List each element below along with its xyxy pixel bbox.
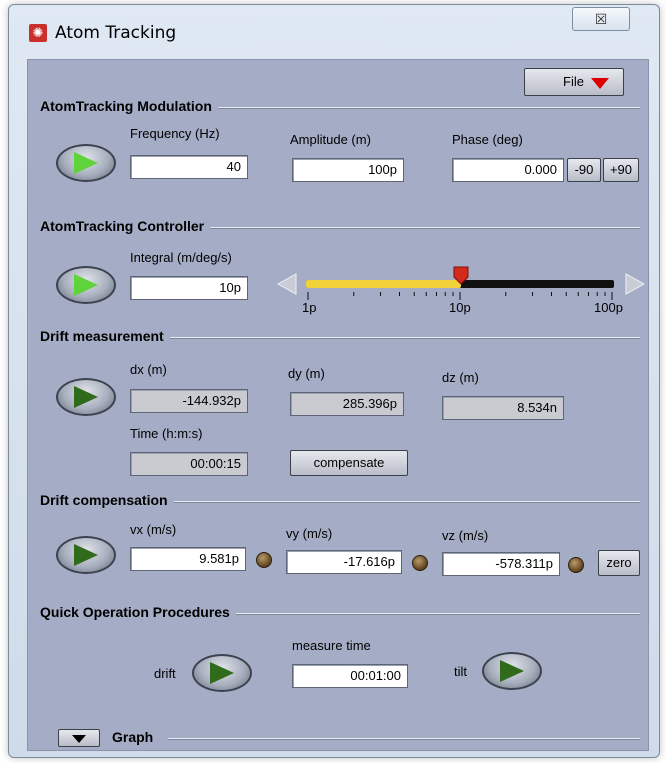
- dz-value: 8.534n: [442, 396, 564, 420]
- dz-label: dz (m): [442, 370, 479, 385]
- dy-value: 285.396p: [290, 392, 404, 416]
- file-menu-label: File: [563, 74, 584, 89]
- play-arrow-icon: [74, 152, 98, 174]
- drift-procedure-button[interactable]: [192, 654, 252, 692]
- integral-label: Integral (m/deg/s): [130, 250, 232, 265]
- dy-label: dy (m): [288, 366, 325, 381]
- frequency-label: Frequency (Hz): [130, 126, 220, 141]
- amplitude-label: Amplitude (m): [290, 132, 371, 147]
- section-title-quick-ops: Quick Operation Procedures: [40, 604, 236, 620]
- time-label: Time (h:m:s): [130, 426, 203, 441]
- section-title-modulation: AtomTracking Modulation: [40, 98, 218, 114]
- integral-slider[interactable]: 1p 10p 100p: [276, 258, 646, 318]
- file-menu-button[interactable]: File: [524, 68, 624, 96]
- integral-input[interactable]: 10p: [130, 276, 248, 300]
- slider-left-arrow-icon: [276, 273, 297, 295]
- measure-time-label: measure time: [292, 638, 371, 653]
- slider-ticks: [307, 292, 613, 300]
- vy-input[interactable]: -17.616p: [286, 550, 402, 574]
- measure-time-input[interactable]: 00:01:00: [292, 664, 408, 688]
- zero-button[interactable]: zero: [598, 550, 640, 576]
- section-title-controller: AtomTracking Controller: [40, 218, 211, 234]
- graph-expand-button[interactable]: [58, 729, 100, 747]
- time-value: 00:00:15: [130, 452, 248, 476]
- slider-tick-label-10p: 10p: [449, 300, 471, 315]
- slider-fill: [306, 280, 461, 288]
- section-title-drift-measurement: Drift measurement: [40, 328, 170, 344]
- vy-label: vy (m/s): [286, 526, 333, 541]
- modulation-toggle-button[interactable]: [56, 144, 116, 182]
- play-arrow-icon: [74, 274, 98, 296]
- play-arrow-icon: [210, 662, 234, 684]
- vz-label: vz (m/s): [442, 528, 489, 543]
- drift-measurement-toggle-button[interactable]: [56, 378, 116, 416]
- amplitude-input[interactable]: 100p: [292, 158, 404, 182]
- controller-toggle-button[interactable]: [56, 266, 116, 304]
- dx-value: -144.932p: [130, 389, 248, 413]
- vz-status-led: [568, 557, 584, 573]
- main-panel: File AtomTracking Modulation Frequency (…: [27, 59, 649, 751]
- frequency-input[interactable]: 40: [130, 155, 248, 179]
- window-title: Atom Tracking: [55, 23, 177, 43]
- drift-compensation-toggle-button[interactable]: [56, 536, 116, 574]
- atom-tracking-window: ✺ Atom Tracking ☒ File AtomTracking Modu…: [8, 4, 660, 758]
- tilt-procedure-label: tilt: [454, 664, 467, 679]
- slider-right-arrow-icon: [625, 273, 646, 295]
- slider-tick-label-100p: 100p: [594, 300, 623, 315]
- vx-status-led: [256, 552, 272, 568]
- vx-label: vx (m/s): [130, 522, 177, 537]
- vx-input[interactable]: 9.581p: [130, 547, 246, 571]
- phase-label: Phase (deg): [452, 132, 523, 147]
- phase-minus-90-button[interactable]: -90: [567, 158, 601, 182]
- vy-status-led: [412, 555, 428, 571]
- slider-tick-label-1p: 1p: [302, 300, 317, 315]
- app-icon: ✺: [29, 24, 47, 42]
- graph-label: Graph: [112, 729, 160, 745]
- dx-label: dx (m): [130, 362, 167, 377]
- vz-input[interactable]: -578.311p: [442, 552, 560, 576]
- phase-plus-90-button[interactable]: +90: [603, 158, 639, 182]
- phase-input[interactable]: 0.000: [452, 158, 564, 182]
- close-button[interactable]: ☒: [572, 7, 630, 31]
- dropdown-arrow-icon: [591, 78, 609, 89]
- compensate-button[interactable]: compensate: [290, 450, 408, 476]
- drift-procedure-label: drift: [154, 666, 176, 681]
- title-bar: ✺ Atom Tracking ☒: [9, 5, 659, 55]
- divider: [168, 738, 640, 740]
- tilt-procedure-button[interactable]: [482, 652, 542, 690]
- play-arrow-icon: [74, 386, 98, 408]
- chevron-down-icon: [72, 735, 86, 743]
- section-title-drift-compensation: Drift compensation: [40, 492, 174, 508]
- play-arrow-icon: [500, 660, 524, 682]
- play-arrow-icon: [74, 544, 98, 566]
